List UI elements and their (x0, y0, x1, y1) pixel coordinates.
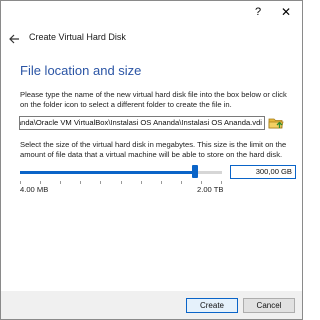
slider-fill (20, 171, 195, 174)
arrow-left-icon (8, 34, 19, 44)
slider-tick (141, 181, 142, 184)
dialog-footer: Create Cancel (1, 291, 302, 319)
create-button[interactable]: Create (186, 298, 238, 313)
wizard-title: Create Virtual Hard Disk (29, 32, 126, 42)
slider-min-label: 4.00 MB (20, 185, 49, 194)
slider-tick (60, 181, 61, 184)
slider-tick (100, 181, 101, 184)
folder-icon (268, 118, 284, 129)
page-heading: File location and size (20, 63, 142, 78)
slider-tick (20, 181, 21, 184)
dialog-window: ? ✕ Create Virtual Hard Disk File locati… (0, 0, 303, 320)
size-description: Select the size of the virtual hard disk… (20, 140, 287, 159)
slider-tick (221, 181, 222, 184)
size-slider[interactable] (20, 164, 222, 188)
slider-max-label: 2.00 TB (197, 185, 224, 194)
close-button[interactable]: ✕ (272, 1, 300, 23)
choose-folder-button[interactable] (268, 115, 284, 131)
cancel-button[interactable]: Cancel (243, 298, 295, 313)
slider-thumb[interactable] (192, 165, 198, 178)
size-input[interactable]: 300,00 GB (230, 165, 296, 179)
slider-tick (80, 181, 81, 184)
file-path-value: C:\Users\Nanda\Oracle VM VirtualBox\Inst… (19, 118, 262, 127)
slider-tick (121, 181, 122, 184)
back-button[interactable] (5, 29, 23, 49)
slider-tick (40, 181, 41, 184)
file-path-input[interactable]: C:\Users\Nanda\Oracle VM VirtualBox\Inst… (19, 116, 265, 130)
slider-tick (201, 181, 202, 184)
location-description: Please type the name of the new virtual … (20, 90, 287, 109)
slider-tick (161, 181, 162, 184)
title-bar: ? ✕ (1, 1, 302, 23)
slider-tick (181, 181, 182, 184)
wizard-header: Create Virtual Hard Disk (1, 29, 302, 51)
help-button[interactable]: ? (244, 1, 272, 23)
